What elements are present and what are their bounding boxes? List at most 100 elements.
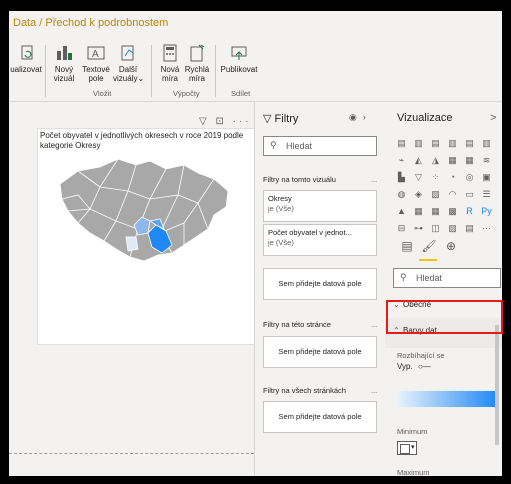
group-insert-label: Vložit xyxy=(93,89,112,98)
format-tab-icon[interactable]: 🖌 xyxy=(419,239,439,259)
key-influencers-icon[interactable]: ⊟ xyxy=(396,223,407,234)
new-visual-button[interactable]: Nový vizuál xyxy=(49,43,79,83)
shape-map-icon[interactable]: ▧ xyxy=(430,189,441,200)
donut-chart-icon[interactable]: ◎ xyxy=(464,172,475,183)
publish-button[interactable]: Publikovat xyxy=(219,43,259,74)
toggle-switch-icon: ○— xyxy=(417,362,431,371)
scatter-icon[interactable]: ⁘ xyxy=(430,172,441,183)
search-icon: ⚲ xyxy=(270,140,277,150)
more-icon[interactable]: ... xyxy=(371,386,377,395)
ribbon-divider xyxy=(45,45,46,97)
line-column-icon[interactable]: ▦ xyxy=(447,155,458,166)
eye-icon[interactable]: ◉ xyxy=(349,112,363,122)
slicer-icon[interactable]: ▦ xyxy=(413,206,424,217)
clustered-column-icon[interactable]: ▥ xyxy=(447,138,458,149)
stacked-bar-icon[interactable]: ▤ xyxy=(396,138,407,149)
python-icon[interactable]: Py xyxy=(481,206,492,217)
more-icon[interactable]: ... xyxy=(371,175,377,184)
paginated-report-icon[interactable]: ▤ xyxy=(464,223,475,234)
stacked-area-icon[interactable]: ◮ xyxy=(430,155,441,166)
kpi-icon[interactable]: ▲ xyxy=(396,206,407,217)
group-calculations-label: Výpočty xyxy=(173,89,200,98)
publish-icon xyxy=(231,46,247,60)
filters-header: ▽ Filtry xyxy=(263,113,299,125)
quick-measure-button[interactable]: Rychlá míra xyxy=(183,43,211,83)
new-visual-icon xyxy=(57,46,72,60)
visualizations-header: Vizualizace xyxy=(397,112,453,124)
text-box-icon: A xyxy=(87,46,105,60)
waterfall-icon[interactable]: ▙ xyxy=(396,172,407,183)
fields-tab-icon[interactable]: ▤ xyxy=(397,239,417,259)
line-chart-icon[interactable]: ⌁ xyxy=(396,155,407,166)
collapse-icon[interactable]: › xyxy=(363,112,372,122)
text-box-button[interactable]: A Textové pole xyxy=(81,43,111,83)
more-visuals-icon xyxy=(121,45,134,61)
smart-narrative-icon[interactable]: ▨ xyxy=(447,223,458,234)
more-visuals-icon[interactable]: ··· xyxy=(481,223,492,234)
new-measure-button[interactable]: Nová míra xyxy=(157,43,183,83)
refresh-visual-button[interactable]: ualizovat xyxy=(9,43,43,74)
ribbon-divider xyxy=(215,45,216,97)
visual-drop-zone[interactable]: Sem přidejte datová pole xyxy=(263,268,377,300)
active-tab-indicator xyxy=(419,259,437,261)
color-gradient-preview xyxy=(397,391,498,407)
czech-districts-map xyxy=(59,158,229,262)
more-icon[interactable]: ... xyxy=(371,320,377,329)
visual-header-icons[interactable]: ▽ ⊡ ··· xyxy=(199,116,252,127)
diverging-toggle[interactable]: Vyp. ○— xyxy=(397,362,431,371)
more-visuals-button[interactable]: Další vizuály⌄ xyxy=(113,43,144,83)
refresh-icon xyxy=(21,45,33,60)
clustered-bar-icon[interactable]: ▤ xyxy=(430,138,441,149)
chevron-down-icon: ▾ xyxy=(411,444,415,451)
section-visual-filters: Filtry na tomto vizuálu ... xyxy=(263,175,378,184)
search-icon: ⚲ xyxy=(400,272,407,282)
stacked-column-icon[interactable]: ▥ xyxy=(413,138,424,149)
section-page-filters: Filtry na této stránce ... xyxy=(263,320,378,329)
qa-icon[interactable]: ◫ xyxy=(430,223,441,234)
matrix-icon[interactable]: ▩ xyxy=(447,206,458,217)
window-title: Data / Přechod k podrobnostem xyxy=(13,17,169,29)
all-pages-drop-zone[interactable]: Sem přidejte datová pole xyxy=(263,401,377,433)
ribbon-chart-icon[interactable]: ≋ xyxy=(481,155,492,166)
card-icon[interactable]: ▭ xyxy=(464,189,475,200)
maximum-label: Maximum xyxy=(397,468,430,476)
table-icon[interactable]: ▦ xyxy=(430,206,441,217)
filters-search-input[interactable]: ⚲ Hledat xyxy=(263,136,377,156)
minimum-label: Minimum xyxy=(397,427,428,436)
treemap-icon[interactable]: ▣ xyxy=(481,172,492,183)
app-window: Data / Přechod k podrobnostem ualizovat … xyxy=(9,11,502,476)
funnel-icon[interactable]: ▽ xyxy=(413,172,424,183)
format-search-input[interactable]: ⚲ Hledat xyxy=(393,268,501,288)
100-bar-icon[interactable]: ▤ xyxy=(464,138,475,149)
filters-pane: ▽ Filtry ◉› ⚲ Hledat Filtry na tomto viz… xyxy=(254,102,386,476)
decomposition-tree-icon[interactable]: ⊶ xyxy=(413,223,424,234)
area-chart-icon[interactable]: ◭ xyxy=(413,155,424,166)
scrollbar[interactable] xyxy=(495,325,499,445)
100-column-icon[interactable]: ▥ xyxy=(481,138,492,149)
filters-header-icons[interactable]: ◉› xyxy=(349,112,372,123)
page-drop-zone[interactable]: Sem přidejte datová pole xyxy=(263,336,377,368)
gauge-icon[interactable]: ◠ xyxy=(447,189,458,200)
minimum-color-picker[interactable]: ▾ xyxy=(397,441,417,455)
filter-card-population[interactable]: Počet obyvatel v jednot... je (Vše) xyxy=(263,224,377,256)
map-icon[interactable]: ◍ xyxy=(396,189,407,200)
filter-icon: ▽ xyxy=(263,113,272,125)
quick-measure-icon xyxy=(190,44,205,62)
r-script-icon[interactable]: R xyxy=(464,206,475,217)
filled-map-icon[interactable]: ◈ xyxy=(413,189,424,200)
pie-chart-icon[interactable]: ◔ xyxy=(447,172,458,183)
filter-card-okresy[interactable]: Okresy je (Vše) xyxy=(263,190,377,222)
expand-icon[interactable]: > xyxy=(490,112,496,124)
color-swatch xyxy=(400,444,410,454)
calculator-icon xyxy=(163,44,177,62)
pane-tabs: ▤ 🖌 ⊕ xyxy=(397,239,477,263)
multi-row-card-icon[interactable]: ☰ xyxy=(481,189,492,200)
section-all-pages-filters: Filtry na všech stránkách ... xyxy=(263,386,378,395)
filled-map-visual[interactable]: Počet obyvatel v jednotlivých okresech v… xyxy=(37,128,257,345)
analytics-tab-icon[interactable]: ⊕ xyxy=(441,239,461,259)
line-clustered-icon[interactable]: ▦ xyxy=(464,155,475,166)
group-share-label: Sdílet xyxy=(231,89,251,98)
ribbon: ualizovat Nový vizuál A Textové pole Dal… xyxy=(9,39,502,102)
title-bar: Data / Přechod k podrobnostem xyxy=(9,11,502,39)
diverging-label: Rozbíhající se xyxy=(397,351,445,360)
